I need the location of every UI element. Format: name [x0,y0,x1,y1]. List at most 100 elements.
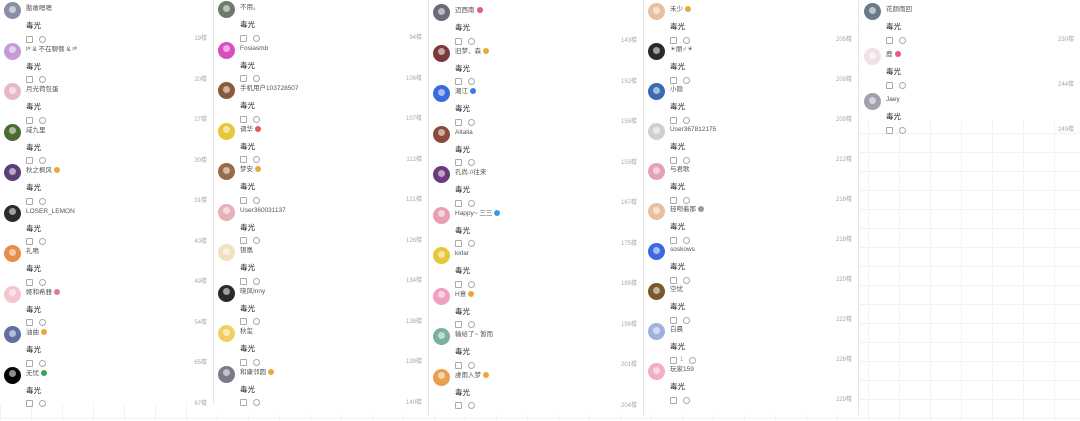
user-avatar[interactable] [4,83,21,100]
username-link[interactable]: H意 [455,290,475,299]
username-link[interactable]: Altalia [455,128,473,137]
reply-icon[interactable] [468,37,475,45]
reply-icon[interactable] [39,35,46,43]
user-avatar[interactable] [4,42,21,60]
like-icon[interactable] [240,75,247,82]
user-avatar[interactable] [4,2,21,19]
like-icon[interactable] [26,319,33,326]
user-avatar[interactable] [648,203,665,220]
reply-icon[interactable] [468,402,475,409]
like-icon[interactable] [886,36,893,44]
reply-icon[interactable] [899,36,906,44]
like-icon[interactable] [455,361,462,369]
user-avatar[interactable] [433,44,450,62]
username-link[interactable]: ☀丽♂☀ [670,45,693,54]
username-link[interactable]: ᵖᵏ & 不在聊惬 & ᵖᵏ [26,45,77,54]
user-avatar[interactable] [864,48,881,65]
username-link[interactable]: 和康邻圆 [240,368,274,377]
user-avatar[interactable] [4,164,21,181]
username-link[interactable]: 虔雨入梦 [455,371,489,380]
reply-icon[interactable] [899,126,906,134]
user-avatar[interactable] [864,93,881,110]
reply-icon[interactable] [253,399,260,406]
user-avatar[interactable] [218,122,235,140]
reply-icon[interactable] [253,115,260,123]
user-avatar[interactable] [433,287,450,305]
username-link[interactable]: 手机用户103728507 [240,84,299,93]
like-icon[interactable] [455,321,462,328]
like-icon[interactable] [26,197,33,205]
username-link[interactable]: 梦安 [240,165,261,174]
username-link[interactable]: 油曲 [26,328,47,337]
reply-icon[interactable] [253,156,260,163]
like-icon[interactable] [26,116,33,124]
username-link[interactable]: 迈西南 [455,6,483,15]
username-link[interactable]: 与君歌 [670,165,690,174]
reply-icon[interactable] [253,277,260,285]
user-avatar[interactable] [433,85,450,102]
like-icon[interactable] [240,358,247,366]
like-icon[interactable] [240,156,247,163]
reply-icon[interactable] [39,278,46,286]
username-link[interactable]: 输给了~ 暂而 [455,330,493,339]
reply-icon[interactable] [39,76,46,83]
reply-icon[interactable] [39,157,46,164]
user-avatar[interactable] [218,41,235,59]
user-avatar[interactable] [218,82,235,99]
username-link[interactable]: LOSER_LEMON [26,207,75,216]
like-icon[interactable] [455,402,462,409]
like-icon[interactable] [240,196,247,204]
username-link[interactable]: User367812175 [670,125,716,134]
user-avatar[interactable] [218,163,235,180]
like-icon[interactable] [455,78,462,85]
reply-icon[interactable] [39,238,46,245]
reply-icon[interactable] [468,240,475,247]
user-avatar[interactable] [433,166,450,183]
username-link[interactable]: kirlar [455,249,469,258]
username-link[interactable]: 调华 [240,125,261,134]
reply-icon[interactable] [468,78,475,85]
reply-icon[interactable] [253,75,260,82]
username-link[interactable]: 潮江 [455,87,476,96]
username-link[interactable]: 空忧 [670,285,683,294]
reply-icon[interactable] [39,197,46,205]
user-avatar[interactable] [218,203,235,221]
like-icon[interactable] [26,400,33,407]
user-avatar[interactable] [648,283,665,300]
user-avatar[interactable] [4,204,21,222]
like-icon[interactable] [26,278,33,286]
like-icon[interactable] [26,35,33,43]
reply-icon[interactable] [468,159,475,166]
reply-icon[interactable] [468,118,475,126]
username-link[interactable]: 禾少 [670,5,691,14]
like-icon[interactable] [26,157,33,164]
user-avatar[interactable] [218,365,235,383]
user-avatar[interactable] [218,1,235,18]
user-avatar[interactable] [218,244,235,261]
reply-icon[interactable] [39,359,46,367]
user-avatar[interactable] [648,83,665,100]
like-icon[interactable] [240,34,247,42]
user-avatar[interactable] [648,123,665,140]
user-avatar[interactable] [648,363,665,380]
username-link[interactable]: 晓风Inny [240,287,265,296]
reply-icon[interactable] [39,400,46,407]
reply-icon[interactable] [39,319,46,326]
like-icon[interactable] [455,159,462,166]
reply-icon[interactable] [468,321,475,328]
reply-icon[interactable] [253,34,260,42]
like-icon[interactable] [886,81,893,89]
username-link[interactable]: 孔尚.//往来 [455,168,486,177]
username-link[interactable]: 不用。 [240,3,260,12]
like-icon[interactable] [240,277,247,285]
user-avatar[interactable] [433,247,450,264]
username-link[interactable]: 玩家159 [670,365,694,374]
reply-icon[interactable] [253,358,260,366]
user-avatar[interactable] [4,123,21,141]
user-avatar[interactable] [4,285,21,303]
like-icon[interactable] [26,76,33,83]
username-link[interactable]: 憨敢嗯嗯 [26,4,52,13]
reply-icon[interactable] [468,361,475,369]
username-link[interactable]: 银凰 [240,246,253,255]
username-link[interactable]: 秋玺 [240,327,253,336]
